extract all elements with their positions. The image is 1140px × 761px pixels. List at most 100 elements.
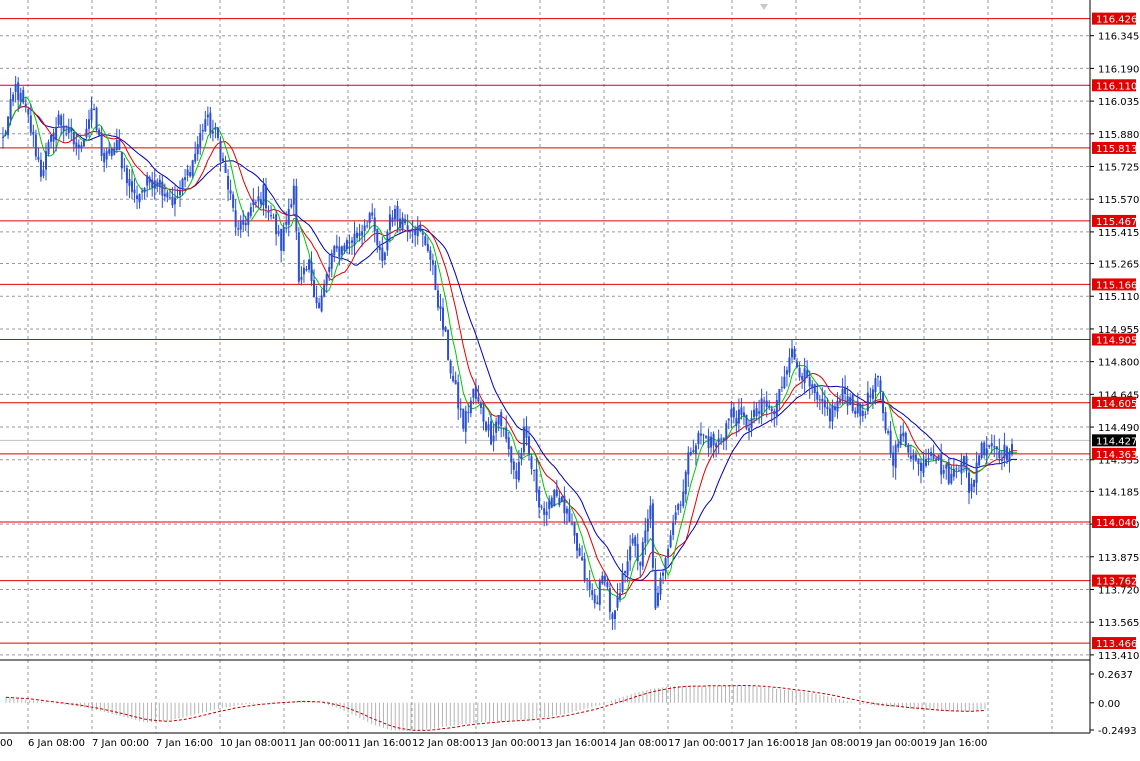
candle-body — [811, 384, 814, 388]
candle-body — [151, 179, 154, 188]
candle-body — [740, 407, 743, 415]
price-chart[interactable]: 00 6 Jan 08:00 7 Jan 00:00 7 Jan 16:00 10 Ja… — [0, 0, 1140, 757]
candle-body — [9, 99, 12, 120]
candle-body — [67, 126, 70, 134]
candle-body — [194, 153, 197, 162]
y-tick-label: 114.490 — [1098, 423, 1139, 434]
candle-body — [672, 522, 675, 536]
x-tick-label: 14 Jan 08:00 — [604, 738, 667, 749]
candle-body — [429, 250, 432, 260]
candle-body — [722, 437, 725, 441]
candle-body — [85, 128, 88, 138]
candle-body — [166, 192, 169, 198]
candle-body — [535, 469, 538, 493]
indicator-tick-label: 0.2637 — [1098, 670, 1133, 681]
candle-body — [363, 225, 366, 232]
x-tick-label: 12 Jan 08:00 — [412, 738, 475, 749]
candle-body — [87, 119, 90, 129]
candle-body — [646, 518, 649, 532]
candle-body — [487, 424, 490, 431]
y-tick-label: 115.570 — [1098, 195, 1139, 206]
candle-body — [995, 446, 998, 450]
candle-body — [816, 391, 819, 400]
candle-body — [806, 370, 809, 377]
candle-body — [426, 244, 429, 251]
candle-body — [510, 446, 513, 463]
candle-body — [444, 326, 447, 332]
candle-body — [662, 572, 665, 576]
candle-body — [581, 557, 584, 561]
candle-body — [229, 190, 232, 194]
candle-body — [684, 471, 687, 495]
candle-body — [356, 232, 359, 238]
candle-body — [381, 247, 384, 262]
candle-body — [173, 197, 176, 205]
candle-body — [328, 266, 331, 272]
candle-body — [270, 215, 273, 217]
candle-body — [371, 212, 374, 216]
candle-body — [914, 454, 917, 461]
candle-body — [209, 112, 212, 134]
candle-body — [613, 610, 616, 620]
price-level-label: 114.905 — [1096, 335, 1137, 346]
candle-body — [818, 399, 821, 401]
candle-body — [378, 246, 381, 250]
candle-body — [919, 462, 922, 471]
candle-body — [105, 151, 108, 160]
candle-body — [727, 418, 730, 421]
candle-body — [416, 226, 419, 237]
candle-body — [186, 169, 189, 176]
candle-body — [141, 191, 144, 193]
x-tick-label: 17 Jan 00:00 — [668, 738, 731, 749]
candle-body — [1008, 451, 1011, 462]
candle-body — [115, 139, 118, 151]
y-tick-label: 113.410 — [1098, 651, 1139, 662]
candle-body — [14, 84, 17, 92]
candle-body — [563, 495, 566, 514]
candle-body — [682, 491, 685, 507]
candle-body — [828, 408, 831, 422]
candle-body — [1003, 444, 1006, 459]
candle-body — [80, 145, 83, 149]
chart-canvas[interactable]: 00 6 Jan 08:00 7 Jan 00:00 7 Jan 16:00 10 Ja… — [0, 0, 1140, 757]
candle-body — [146, 175, 149, 186]
candle-body — [742, 412, 745, 417]
candle-body — [520, 453, 523, 459]
candle-body — [100, 132, 103, 156]
candle-body — [864, 413, 867, 415]
candle-body — [705, 436, 708, 438]
candle-body — [543, 508, 546, 515]
candle-body — [98, 129, 101, 136]
candle-body — [525, 425, 528, 438]
candle-body — [419, 225, 422, 232]
candle-body — [768, 405, 771, 407]
candle-body — [138, 194, 141, 203]
candle-body — [970, 483, 973, 492]
candle-body — [325, 273, 328, 286]
candle-body — [267, 210, 270, 213]
x-tick-label: 17 Jan 16:00 — [732, 738, 795, 749]
candle-body — [717, 438, 720, 443]
candle-body — [935, 458, 938, 461]
y-tick-label: 116.035 — [1098, 97, 1139, 108]
candle-body — [960, 462, 963, 474]
candle-body — [576, 532, 579, 551]
candle-body — [302, 267, 305, 275]
candle-body — [755, 408, 758, 417]
candle-body — [669, 535, 672, 548]
candle-body — [634, 536, 637, 546]
candle-body — [272, 217, 275, 219]
candle-body — [894, 444, 897, 468]
candle-body — [414, 229, 417, 236]
candle-body — [2, 137, 4, 139]
candle-body — [439, 306, 442, 309]
candle-body — [479, 403, 482, 408]
candle-body — [133, 189, 136, 194]
candle-body — [467, 412, 470, 414]
candle-body — [442, 307, 445, 330]
candle-body — [778, 389, 781, 403]
candle-body — [980, 442, 983, 458]
candle-body — [720, 438, 723, 440]
candle-body — [639, 562, 642, 566]
candle-body — [988, 445, 991, 447]
